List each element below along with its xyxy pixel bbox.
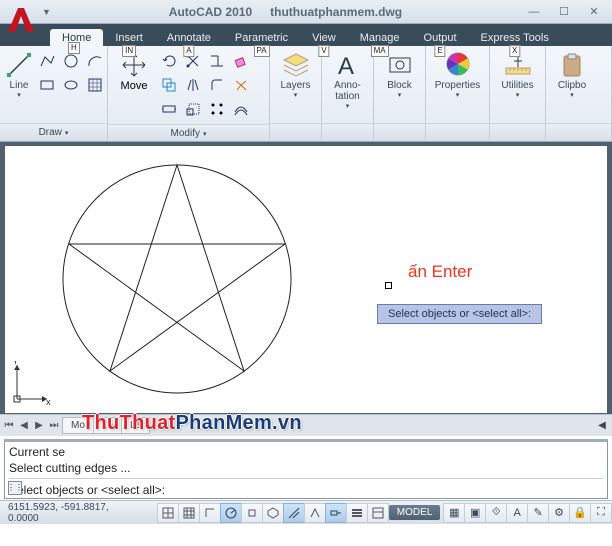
sb-annoscale-icon[interactable]: ⟐ <box>485 503 507 523</box>
panel-draw: Line Draw <box>0 46 108 141</box>
stretch-icon[interactable] <box>158 98 180 120</box>
extend-icon[interactable] <box>206 50 228 72</box>
ucs-icon: YX <box>11 361 51 407</box>
sb-polar-icon[interactable] <box>220 503 242 523</box>
tabnav-last-icon[interactable]: ⏭ <box>47 420 61 431</box>
tab-annotate[interactable]: AnnotateA <box>155 29 223 46</box>
sb-3dosnap-icon[interactable] <box>262 503 284 523</box>
sb-qp-icon[interactable] <box>367 503 389 523</box>
maximize-button[interactable]: ☐ <box>550 3 578 21</box>
cmd-handle-icon[interactable]: ⋮⋮ <box>8 481 22 495</box>
coordinates: 6151.5923, -591.8817, 0.0000 <box>0 502 150 524</box>
erase-icon[interactable] <box>230 50 252 72</box>
pickbox-cursor <box>385 282 392 289</box>
dynamic-prompt: Select objects or <select all>: <box>377 304 542 324</box>
sb-quickview-icon[interactable]: ▣ <box>464 503 486 523</box>
app-logo[interactable] <box>4 4 36 36</box>
tab-insert[interactable]: InsertIN <box>103 29 155 46</box>
cmd-prompt[interactable]: Select objects or <select all>: <box>9 482 603 498</box>
tabnav-next-icon[interactable]: ▶ <box>32 420 46 431</box>
sb-lock-icon[interactable]: 🔒 <box>569 503 591 523</box>
mirror-icon[interactable] <box>182 74 204 96</box>
layers-button[interactable]: Layers <box>276 50 315 99</box>
panel-modify: Move Modify <box>108 46 270 141</box>
array-icon[interactable] <box>206 98 228 120</box>
model-chip[interactable]: MODEL <box>389 505 441 520</box>
sb-grid-icon[interactable] <box>178 503 200 523</box>
ribbon-tabs: HomeH InsertIN AnnotateA ParametricPA Vi… <box>0 24 612 46</box>
window-title: AutoCAD 2010thuthuatphanmem.dwg <box>57 5 514 19</box>
panel-block: Block <box>374 46 426 141</box>
rotate-icon[interactable] <box>158 50 180 72</box>
hatch-icon[interactable] <box>84 74 106 96</box>
cmd-history-2: Select cutting edges ... <box>9 460 603 476</box>
drawing-canvas[interactable]: YX ấn Enter Select objects or <select al… <box>0 142 612 414</box>
svg-text:Y: Y <box>13 361 18 366</box>
sb-workspace-icon[interactable]: ⚙ <box>548 503 570 523</box>
tab-output[interactable]: OutputE <box>412 29 469 46</box>
annotation-button[interactable]: A Anno- tation <box>328 50 367 110</box>
tabnav-prev-icon[interactable]: ◀ <box>17 420 31 431</box>
panel-draw-label[interactable]: Draw <box>0 123 107 141</box>
hscroll-left-icon[interactable]: ◀ <box>598 420 612 431</box>
utilities-button[interactable]: Utilities <box>496 50 539 99</box>
cmd-history-1: Current se <box>9 444 603 460</box>
panel-modify-label[interactable]: Modify <box>108 124 269 141</box>
polyline-icon[interactable] <box>36 50 58 72</box>
sb-ortho-icon[interactable] <box>199 503 221 523</box>
panel-annotation: A Anno- tation <box>322 46 374 141</box>
status-bar: 6151.5923, -591.8817, 0.0000 MODEL ▦ ▣ ⟐… <box>0 500 612 524</box>
panel-layers: Layers <box>270 46 322 141</box>
tab-express[interactable]: Express ToolsX <box>469 29 561 46</box>
scale-icon[interactable] <box>182 98 204 120</box>
sb-snap-icon[interactable] <box>157 503 179 523</box>
modify-tools <box>158 50 252 120</box>
sb-annovis-icon[interactable]: A <box>506 503 528 523</box>
tab-parametric[interactable]: ParametricPA <box>223 29 300 46</box>
ribbon: Line Draw Move <box>0 46 612 142</box>
sb-cleanscreen-icon[interactable]: ⛶ <box>590 503 612 523</box>
sb-autoadd-icon[interactable]: ✎ <box>527 503 549 523</box>
block-button[interactable]: Block <box>380 50 419 99</box>
clipboard-button[interactable]: Clipbo <box>552 50 592 99</box>
title-bar: ▼ AutoCAD 2010thuthuatphanmem.dwg — ☐ ✕ <box>0 0 612 24</box>
arc-icon[interactable] <box>84 50 106 72</box>
sb-osnap-icon[interactable] <box>241 503 263 523</box>
minimize-button[interactable]: — <box>520 3 548 21</box>
line-button[interactable]: Line <box>6 50 32 99</box>
explode-icon[interactable] <box>230 74 252 96</box>
fillet-icon[interactable] <box>206 74 228 96</box>
tabnav-first-icon[interactable]: ⏮ <box>2 420 16 431</box>
sb-lwt-icon[interactable] <box>346 503 368 523</box>
tab-manage[interactable]: ManageMA <box>348 29 412 46</box>
copy-icon[interactable] <box>158 74 180 96</box>
panel-utilities: Utilities <box>490 46 546 141</box>
sb-ducs-icon[interactable] <box>304 503 326 523</box>
tab-view[interactable]: ViewV <box>300 29 348 46</box>
svg-text:A: A <box>338 53 354 80</box>
svg-text:X: X <box>46 400 51 405</box>
panel-properties: Properties <box>426 46 490 141</box>
offset-icon[interactable] <box>230 98 252 120</box>
panel-clipboard: Clipbo <box>546 46 612 141</box>
sb-dyn-icon[interactable] <box>325 503 347 523</box>
ellipse-icon[interactable] <box>60 74 82 96</box>
properties-button[interactable]: Properties <box>432 50 483 99</box>
sb-layout-icon[interactable]: ▦ <box>443 503 465 523</box>
command-line[interactable]: Current se Select cutting edges ... Sele… <box>4 439 608 499</box>
close-button[interactable]: ✕ <box>580 3 608 21</box>
tab-home[interactable]: HomeH <box>50 29 103 46</box>
rectangle-icon[interactable] <box>36 74 58 96</box>
draw-tools <box>36 50 106 96</box>
overlay-hint: ấn Enter <box>408 262 472 282</box>
watermark: ThuThuatPhanMem.vn <box>82 413 302 433</box>
sb-otrack-icon[interactable] <box>283 503 305 523</box>
